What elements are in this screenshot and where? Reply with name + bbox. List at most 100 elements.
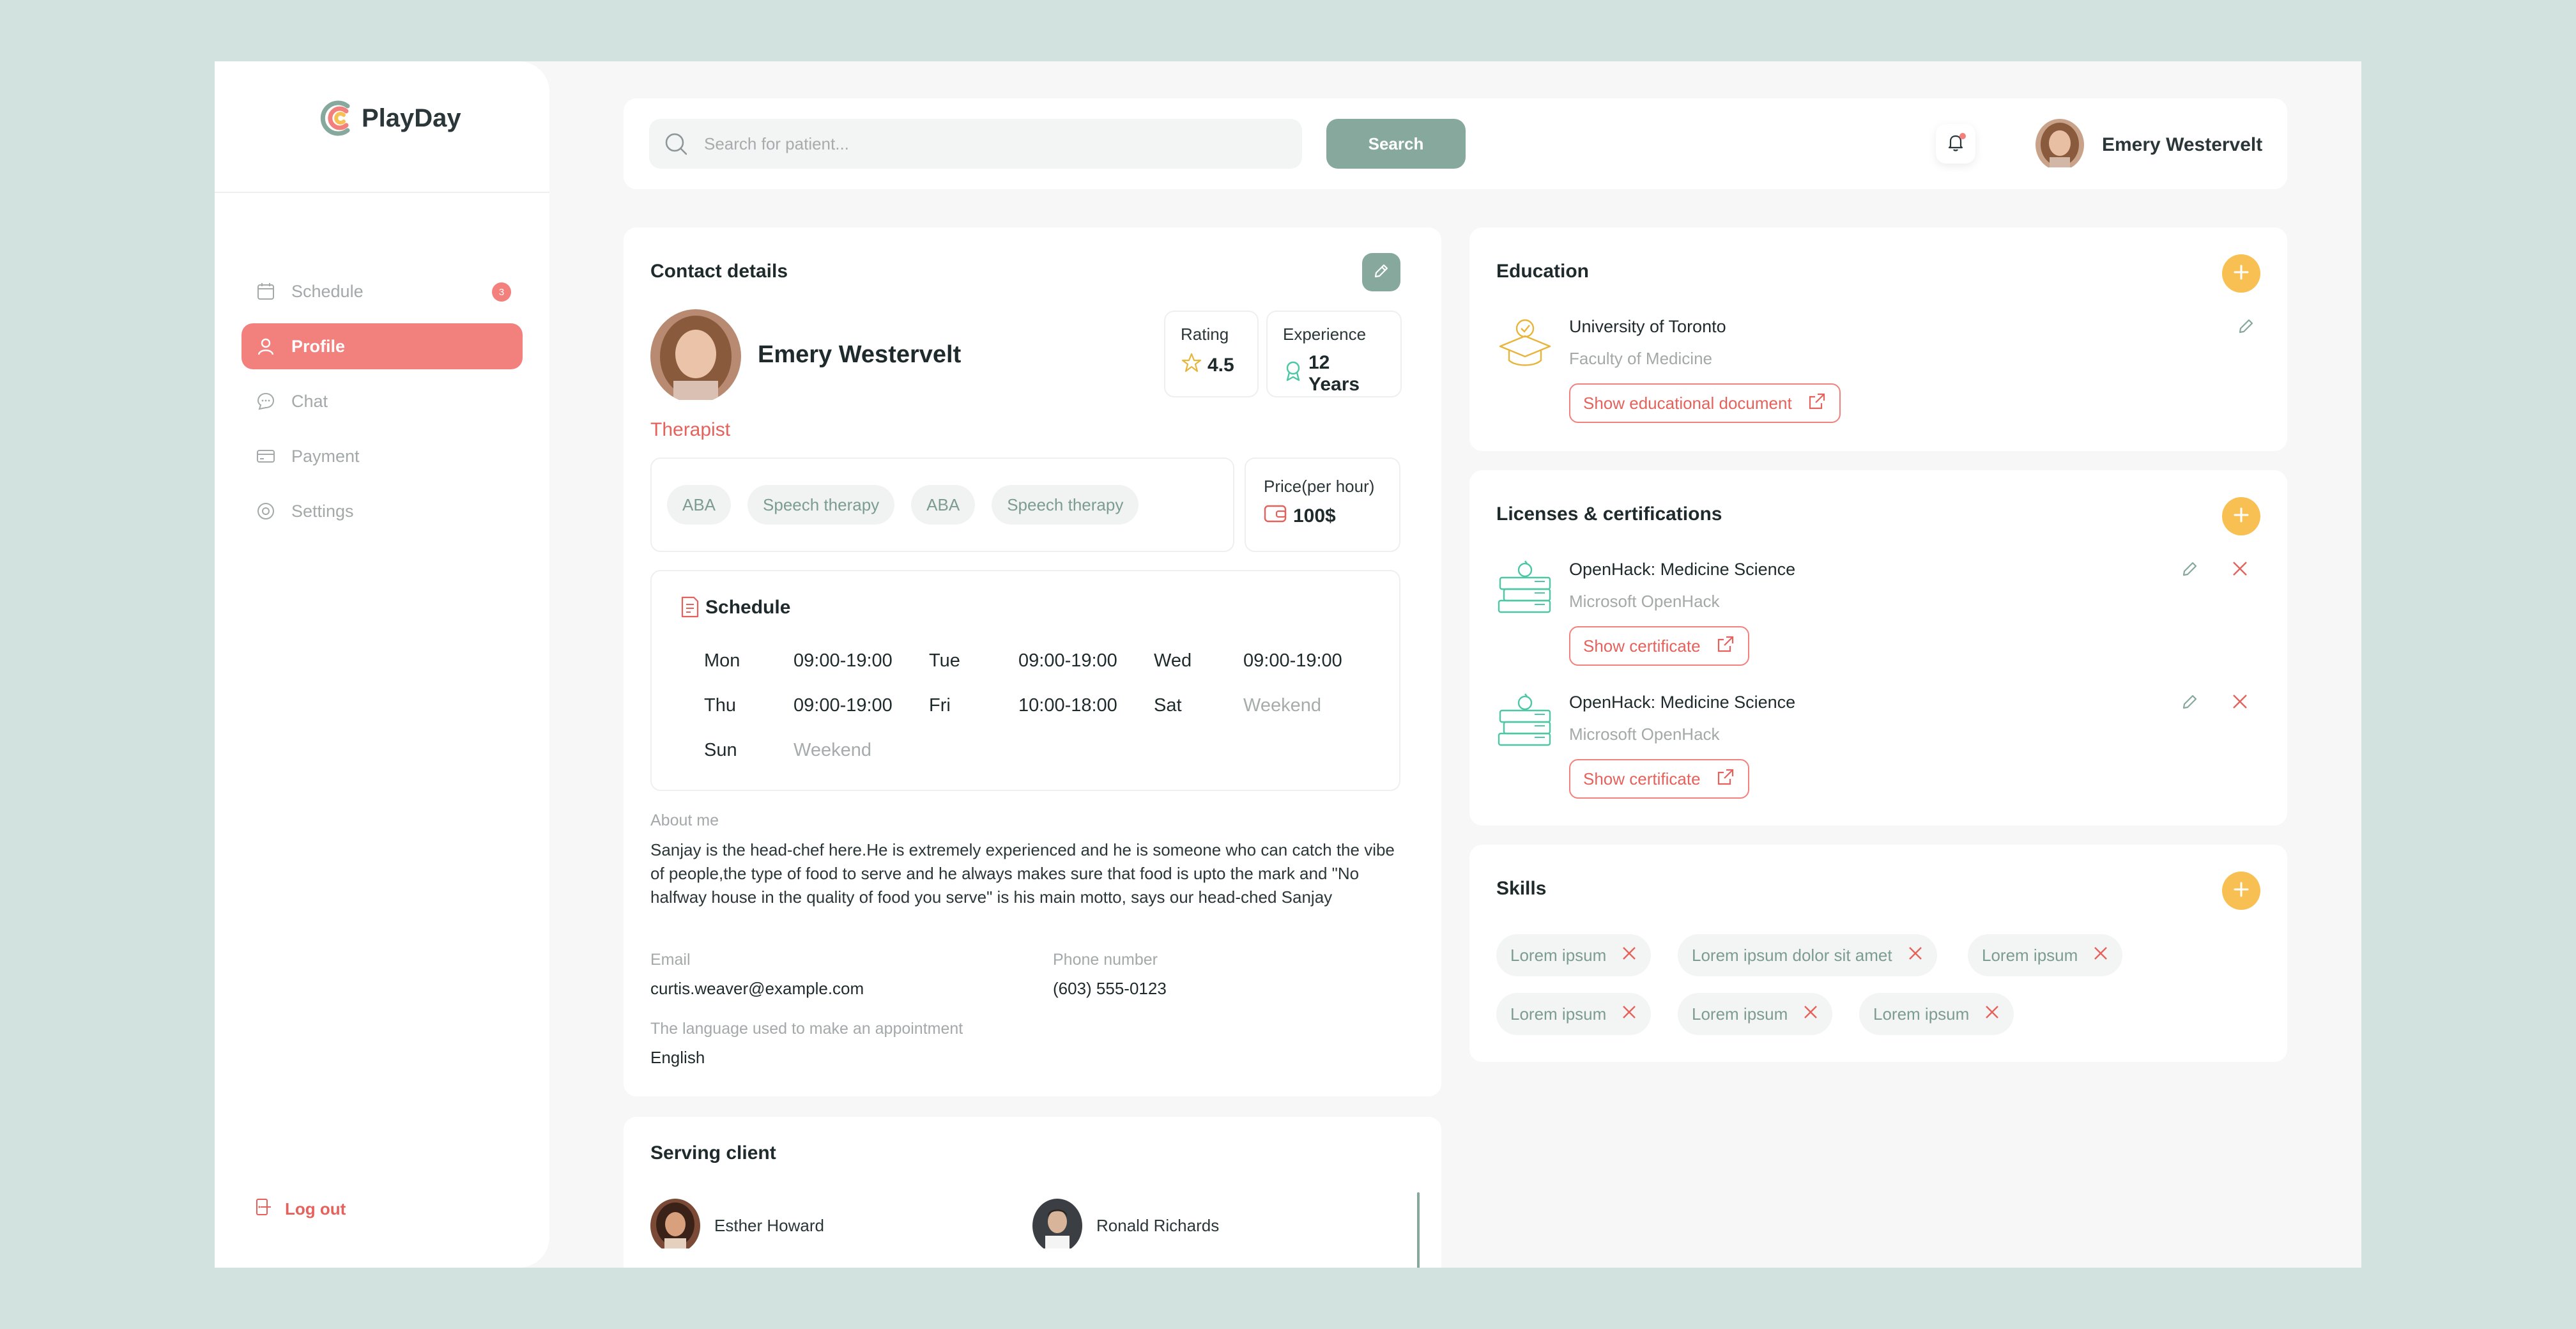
plus-icon — [2232, 506, 2250, 527]
schedule-day: Fri — [929, 695, 951, 716]
user-menu[interactable]: Emery Westervelt — [2035, 119, 2262, 171]
schedule-hours: Weekend — [793, 740, 871, 760]
external-link-icon — [1716, 634, 1735, 658]
skill-chip: Lorem ipsum — [1496, 993, 1652, 1035]
license-issuer: Microsoft OpenHack — [1569, 592, 1720, 611]
add-skill-button[interactable] — [2222, 872, 2260, 910]
chat-icon — [256, 391, 276, 411]
edit-contact-button[interactable] — [1362, 253, 1400, 291]
logout-label: Log out — [285, 1199, 346, 1218]
client-name: Ronald Richards — [1096, 1216, 1220, 1235]
client-item[interactable]: Esther Howard — [650, 1199, 824, 1253]
remove-skill-icon[interactable] — [1803, 1004, 1818, 1024]
client-item[interactable]: Ronald Richards — [1032, 1199, 1219, 1253]
about-label: About me — [650, 811, 719, 829]
top-bar: Search Emery Westervelt — [624, 98, 2287, 189]
schedule-day: Thu — [704, 695, 736, 716]
schedule-hours: 09:00-19:00 — [793, 650, 893, 671]
skill-chip: Lorem ipsum — [1859, 993, 2014, 1035]
wallet-icon — [1264, 504, 1287, 528]
skill-chip: Lorem ipsum — [1968, 934, 2123, 976]
sidebar-item-label: Schedule — [291, 281, 364, 301]
profile-role: Therapist — [650, 419, 731, 440]
delete-license-button[interactable] — [2227, 690, 2253, 716]
price-box: Price(per hour) 100$ — [1245, 457, 1400, 552]
add-education-button[interactable] — [2222, 254, 2260, 293]
user-icon — [256, 336, 276, 357]
remove-skill-icon[interactable] — [1908, 946, 1923, 965]
plus-icon — [2232, 263, 2250, 284]
notification-dot — [1959, 133, 1966, 139]
show-certificate-button[interactable]: Show certificate — [1569, 759, 1749, 799]
sidebar-nav: Schedule 3 Profile Chat Payment Settings — [241, 268, 523, 543]
avatar — [650, 1199, 700, 1253]
sidebar-item-profile[interactable]: Profile — [241, 323, 523, 369]
specialty-tag: ABA — [667, 485, 732, 525]
notification-badge: 3 — [492, 282, 511, 302]
search-input[interactable] — [704, 134, 1266, 154]
calendar-icon — [256, 281, 276, 302]
edit-license-button[interactable] — [2177, 690, 2203, 716]
experience-value: 12 Years — [1308, 352, 1360, 395]
pencil-icon — [2181, 692, 2200, 714]
sidebar-item-label: Settings — [291, 501, 354, 521]
schedule-box: Schedule Mon 09:00-19:00 Tue 09:00-19:00… — [650, 570, 1400, 791]
search-button[interactable]: Search — [1326, 119, 1466, 169]
button-label: Show certificate — [1583, 769, 1701, 788]
licenses-title: Licenses & certifications — [1496, 503, 1722, 525]
schedule-title: Schedule — [705, 597, 791, 618]
show-educational-document-button[interactable]: Show educational document — [1569, 383, 1841, 423]
document-icon — [680, 595, 700, 622]
app-window: PlayDay Schedule 3 Profile Chat Payment … — [215, 61, 2361, 1268]
remove-skill-icon[interactable] — [1984, 1004, 2000, 1024]
edit-license-button[interactable] — [2177, 557, 2203, 583]
profile-avatar — [650, 309, 741, 403]
education-faculty: Faculty of Medicine — [1569, 349, 1712, 368]
education-school: University of Toronto — [1569, 317, 1726, 336]
sidebar-item-label: Chat — [291, 391, 328, 411]
remove-skill-icon[interactable] — [1621, 946, 1637, 965]
avatar — [2035, 119, 2084, 171]
rating-value-row: 4.5 — [1181, 352, 1242, 379]
sidebar-item-chat[interactable]: Chat — [241, 378, 523, 424]
sidebar-divider — [215, 192, 549, 193]
specialty-tag: ABA — [911, 485, 976, 525]
show-certificate-button[interactable]: Show certificate — [1569, 626, 1749, 666]
skill-label: Lorem ipsum — [1692, 1004, 1788, 1024]
skill-chip: Lorem ipsum — [1678, 993, 1833, 1035]
logo[interactable]: PlayDay — [318, 98, 461, 138]
button-label: Show certificate — [1583, 636, 1701, 656]
brand-name: PlayDay — [362, 104, 461, 132]
add-license-button[interactable] — [2222, 497, 2260, 535]
external-link-icon — [1716, 767, 1735, 791]
plus-icon — [2232, 880, 2250, 902]
license-title: OpenHack: Medicine Science — [1569, 560, 1796, 579]
skill-label: Lorem ipsum — [1982, 945, 2078, 965]
scrollbar[interactable] — [1417, 1192, 1420, 1268]
license-issuer: Microsoft OpenHack — [1569, 725, 1720, 744]
remove-skill-icon[interactable] — [2093, 946, 2108, 965]
contact-details-card: Contact details Emery Westervelt Rating … — [624, 227, 1441, 1096]
search-box — [649, 119, 1302, 169]
phone-value: (603) 555-0123 — [1053, 979, 1167, 998]
settings-icon — [256, 501, 276, 521]
skill-label: Lorem ipsum — [1873, 1004, 1970, 1024]
graduation-icon — [1496, 314, 1554, 375]
logout-button[interactable]: Log out — [253, 1197, 346, 1221]
sidebar-item-payment[interactable]: Payment — [241, 433, 523, 479]
specialty-tag: Speech therapy — [747, 485, 895, 525]
licenses-card: Licenses & certifications OpenHack: Medi… — [1469, 470, 2287, 826]
skill-chip: Lorem ipsum — [1496, 934, 1652, 976]
sidebar-item-schedule[interactable]: Schedule 3 — [241, 268, 523, 314]
edit-education-button[interactable] — [2234, 314, 2259, 340]
notifications-button[interactable] — [1936, 124, 1975, 164]
skill-chip: Lorem ipsum dolor sit amet — [1678, 934, 1937, 976]
schedule-day: Tue — [929, 650, 960, 671]
schedule-day: Sat — [1154, 695, 1182, 716]
sidebar-item-settings[interactable]: Settings — [241, 488, 523, 534]
skill-label: Lorem ipsum — [1510, 945, 1607, 965]
remove-skill-icon[interactable] — [1621, 1004, 1637, 1024]
delete-license-button[interactable] — [2227, 557, 2253, 583]
logo-mark-icon — [318, 98, 358, 138]
logout-icon — [253, 1197, 272, 1221]
